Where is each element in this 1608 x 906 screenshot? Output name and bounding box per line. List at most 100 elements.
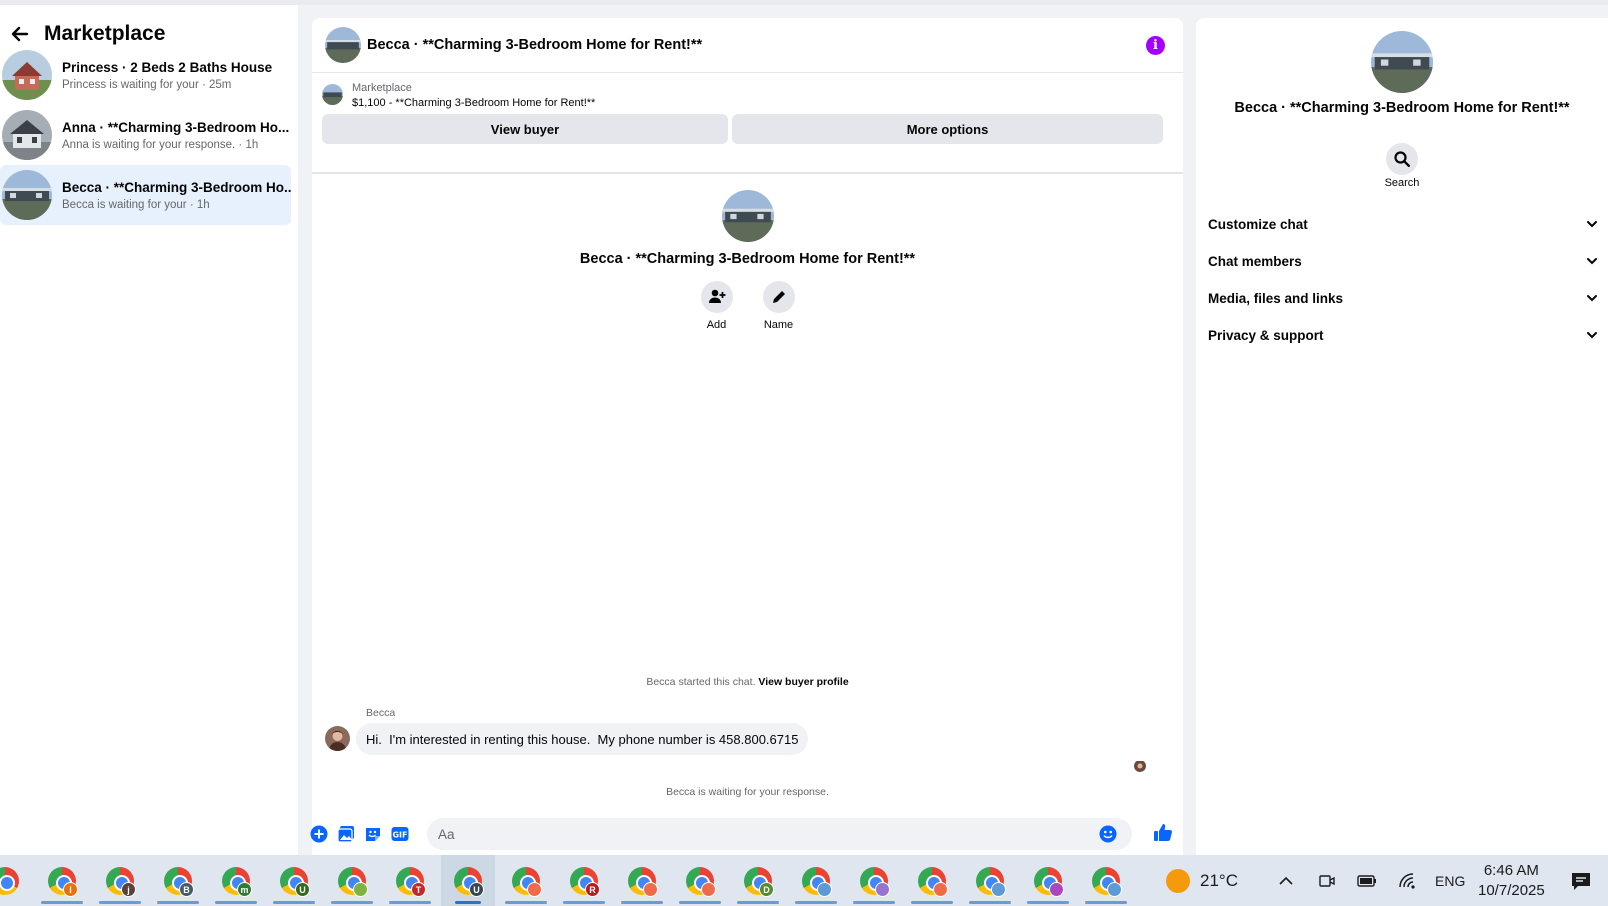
section-customize-chat[interactable]: Customize chat (1208, 209, 1598, 239)
thumbs-up-icon[interactable] (1152, 822, 1174, 844)
listing-thumbnail (2, 170, 52, 220)
gif-icon[interactable]: GIF (390, 824, 410, 844)
conversation-name: Becca · **Charming 3-Bedroom Ho... (62, 179, 291, 195)
taskbar-chrome-profile-1[interactable]: I (35, 855, 89, 906)
running-indicator (1027, 901, 1069, 904)
taskbar-chrome-profile-6[interactable] (325, 855, 379, 906)
marketplace-label: Marketplace (352, 82, 412, 94)
taskbar-chrome-profile-9[interactable] (499, 855, 553, 906)
search-label: Search (1384, 177, 1420, 189)
chat-start-notice: Becca started this chat. View buyer prof… (312, 676, 1183, 688)
conversation-name: Anna · **Charming 3-Bedroom Ho... (62, 119, 290, 135)
profile-badge: R (585, 882, 600, 897)
left-sidebar: Marketplace Princess · 2 Beds 2 Baths Ho… (0, 5, 298, 855)
name-chat-button[interactable]: Name (762, 281, 796, 331)
running-indicator (41, 901, 83, 904)
conversation-item-becca[interactable]: Becca · **Charming 3-Bedroom Ho... Becca… (0, 165, 291, 225)
profile-badge (701, 882, 716, 897)
taskbar-chrome-profile-13[interactable]: D (731, 855, 785, 906)
view-buyer-profile-link[interactable]: View buyer profile (758, 676, 848, 688)
taskbar-chrome-profile-8[interactable]: U (441, 855, 495, 906)
chrome-icon (0, 866, 19, 895)
sticker-icon[interactable] (363, 824, 383, 844)
clock[interactable]: 6:46 AM 10/7/2025 (1478, 855, 1545, 906)
meet-now-icon[interactable] (1318, 855, 1336, 906)
profile-badge (991, 882, 1006, 897)
info-icon[interactable]: i (1146, 36, 1165, 55)
message-sender-name: Becca (366, 707, 396, 719)
profile-badge (875, 882, 890, 897)
listing-price-title[interactable]: $1,100 - **Charming 3-Bedroom Home for R… (352, 97, 595, 109)
running-indicator (273, 901, 315, 904)
taskbar-chrome-profile-10[interactable]: R (557, 855, 611, 906)
chat-title[interactable]: Becca · **Charming 3-Bedroom Home for Re… (367, 37, 702, 53)
section-media-files-links[interactable]: Media, files and links (1208, 283, 1598, 313)
conversation-item-princess[interactable]: Princess · 2 Beds 2 Baths House Princess… (0, 45, 291, 105)
taskbar-chrome-profile-2[interactable]: j (93, 855, 147, 906)
seen-indicator-avatar (1134, 760, 1146, 772)
photo-icon[interactable] (336, 824, 356, 844)
taskbar-chrome-profile-19[interactable] (1079, 855, 1133, 906)
section-label: Media, files and links (1208, 290, 1344, 306)
taskbar-chrome-profile-4[interactable]: m (209, 855, 263, 906)
message-input[interactable] (427, 818, 1132, 850)
message-bubble[interactable]: Hi. I'm interested in renting this house… (356, 723, 809, 755)
wifi-icon[interactable] (1398, 855, 1418, 906)
taskbar-chrome-profile-11[interactable] (615, 855, 669, 906)
running-indicator (455, 901, 481, 904)
taskbar-chrome-profile-5[interactable]: U (267, 855, 321, 906)
running-indicator (331, 901, 373, 904)
running-indicator (157, 901, 199, 904)
weather-widget[interactable]: 21°C (1166, 855, 1238, 906)
view-buyer-button[interactable]: View buyer (322, 114, 728, 144)
running-indicator (737, 901, 779, 904)
notifications-icon[interactable] (1570, 855, 1592, 906)
running-indicator (853, 901, 895, 904)
language-indicator[interactable]: ENG (1435, 855, 1465, 906)
chat-avatar[interactable] (325, 27, 361, 63)
started-text: Becca started this chat. (646, 676, 756, 688)
profile-badge (817, 882, 832, 897)
running-indicator (679, 901, 721, 904)
profile-badge (643, 882, 658, 897)
taskbar-chrome-profile-14[interactable] (789, 855, 843, 906)
section-label: Privacy & support (1208, 327, 1324, 343)
taskbar-chrome-profile-7[interactable]: T (383, 855, 437, 906)
section-privacy-support[interactable]: Privacy & support (1208, 320, 1598, 350)
waiting-notice: Becca is waiting for your response. (666, 786, 829, 798)
emoji-icon[interactable] (1098, 824, 1118, 844)
add-people-button[interactable]: Add (700, 281, 734, 331)
back-arrow-icon[interactable] (8, 22, 32, 46)
plus-circle-icon[interactable] (309, 824, 329, 844)
profile-avatar (721, 190, 774, 242)
svg-text:GIF: GIF (392, 831, 407, 840)
conversation-preview: Princess is waiting for your · 25m (62, 78, 232, 91)
section-label: Chat members (1208, 253, 1302, 269)
section-label: Customize chat (1208, 216, 1308, 232)
chevron-down-icon (1587, 295, 1597, 302)
sender-avatar[interactable] (325, 726, 350, 751)
taskbar-chrome-profile-18[interactable] (1021, 855, 1075, 906)
clock-time: 6:46 AM (1483, 862, 1539, 879)
taskbar-app-partial[interactable] (0, 855, 32, 906)
battery-icon[interactable] (1357, 855, 1377, 906)
taskbar-chrome-profile-12[interactable] (673, 855, 727, 906)
conversation-item-anna[interactable]: Anna · **Charming 3-Bedroom Ho... Anna i… (0, 105, 291, 165)
profile-badge (527, 882, 542, 897)
taskbar-chrome-profile-17[interactable] (963, 855, 1017, 906)
profile-badge: m (237, 882, 252, 897)
running-indicator (621, 901, 663, 904)
sun-icon (1166, 868, 1190, 893)
tray-overflow-button[interactable] (1277, 855, 1295, 906)
windows-taskbar: Ij Bm U T U R D 21°C ENG 6:46 AM 10/7/2025 (0, 855, 1608, 906)
taskbar-chrome-profile-3[interactable]: B (151, 855, 205, 906)
taskbar-chrome-profile-15[interactable] (847, 855, 901, 906)
running-indicator (505, 901, 547, 904)
search-button[interactable] (1386, 143, 1418, 175)
taskbar-chrome-profile-16[interactable] (905, 855, 959, 906)
marketplace-listing-bar: Marketplace $1,100 - **Charming 3-Bedroo… (312, 74, 1183, 174)
section-chat-members[interactable]: Chat members (1208, 246, 1598, 276)
pencil-icon (762, 281, 795, 313)
more-options-button[interactable]: More options (732, 114, 1163, 144)
message-composer: GIF (309, 816, 1183, 855)
